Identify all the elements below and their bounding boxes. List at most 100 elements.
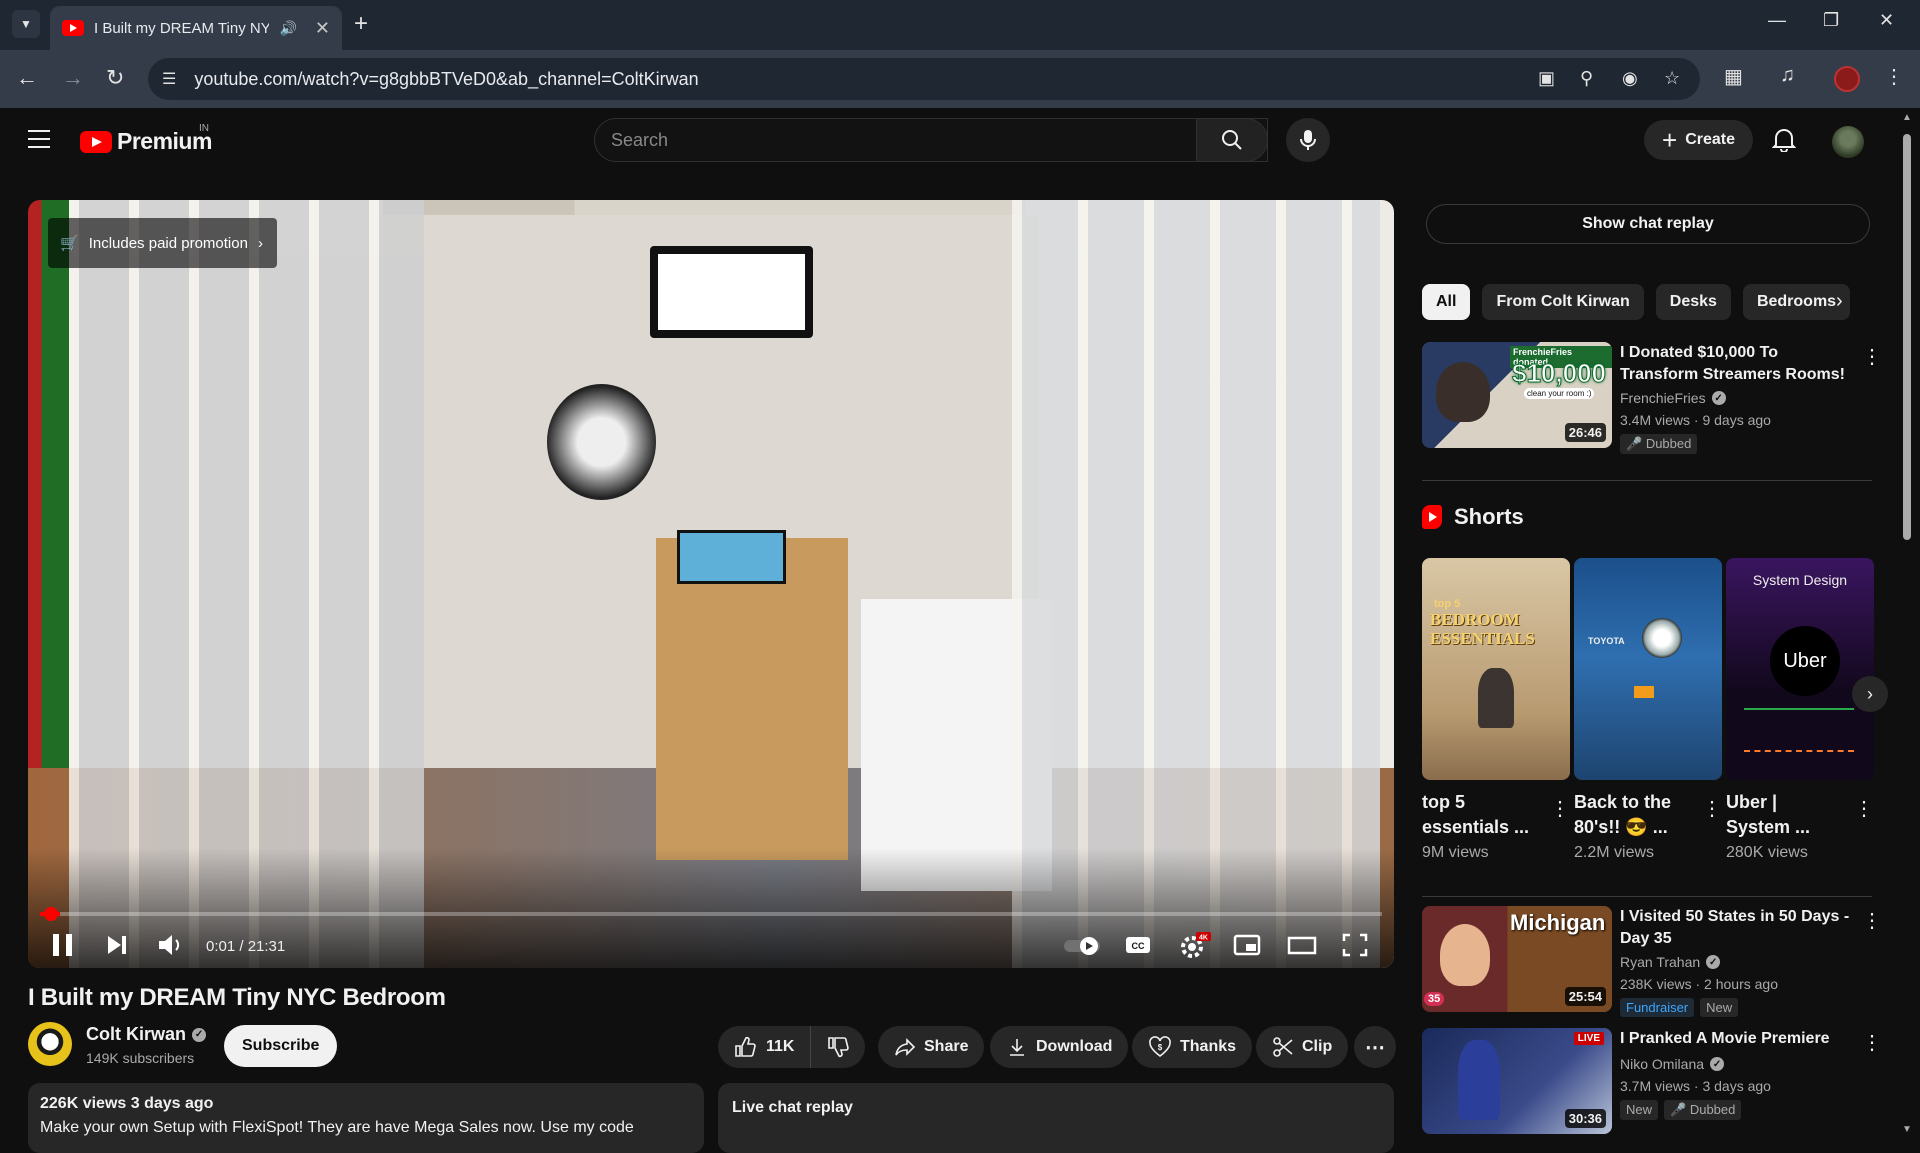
back-arrow-icon[interactable]: ← [16,65,38,91]
channel-name[interactable]: Colt Kirwan [86,1024,186,1045]
chip-bedrooms[interactable]: Bedrooms [1742,284,1851,320]
channel-name[interactable]: Ryan Trahan [1620,954,1700,970]
progress-bar[interactable] [40,907,1382,921]
thanks-button[interactable]: $ Thanks [1132,1026,1253,1068]
more-vertical-icon[interactable]: ⋮ [1550,796,1570,821]
subscribe-button[interactable]: Subscribe [224,1025,338,1067]
site-info-icon[interactable]: ☰ [162,69,176,89]
more-vertical-icon[interactable]: ⋮ [1702,796,1722,821]
scroll-down-icon[interactable]: ▼ [1902,1124,1912,1135]
chip-desks[interactable]: Desks [1655,284,1731,320]
restore-icon[interactable]: ❐ [1823,10,1839,31]
shorts-next-button[interactable]: › [1852,676,1888,712]
theater-mode-button[interactable] [1286,930,1318,960]
account-avatar[interactable] [1832,126,1864,158]
more-vertical-icon[interactable]: ⋮ [1862,344,1882,369]
url-text[interactable]: youtube.com/watch?v=g8gbbBTVeD0&ab_chann… [194,69,698,90]
video-thumbnail[interactable]: LIVE 30:36 [1422,1028,1612,1134]
paid-promotion-notice[interactable]: 🛒 Includes paid promotion › [48,218,277,268]
scrubber-handle[interactable] [44,907,58,921]
close-window-icon[interactable]: ✕ [1879,10,1894,31]
short-thumbnail[interactable]: TOYOTA [1574,558,1722,780]
hamburger-menu-icon[interactable] [28,130,50,148]
tab-search-button[interactable]: ▼ [12,10,40,38]
more-vertical-icon[interactable]: ⋮ [1854,796,1874,821]
download-button[interactable]: Download [990,1026,1129,1068]
short-thumbnail[interactable]: System Design Uber [1726,558,1874,780]
more-vertical-icon[interactable]: ⋮ [1862,908,1882,933]
media-controls-icon[interactable]: ♫ [1780,64,1795,87]
settings-button[interactable]: 4K [1178,930,1212,960]
clip-button[interactable]: Clip [1256,1026,1349,1068]
bookmark-star-icon[interactable]: ☆ [1664,68,1680,89]
page-scrollbar[interactable]: ▲ ▼ [1900,112,1914,1140]
more-vertical-icon[interactable]: ⋮ [1862,1030,1882,1055]
eye-off-icon[interactable]: ◉ [1622,68,1638,89]
omnibox[interactable]: ☰ youtube.com/watch?v=g8gbbBTVeD0&ab_cha… [148,58,1700,100]
volume-button[interactable] [156,930,184,960]
channel-name-row[interactable]: Ryan Trahan ✓ [1620,954,1721,970]
create-button[interactable]: + Create [1644,120,1753,160]
show-chat-replay-button[interactable]: Show chat replay [1426,204,1870,244]
short-thumbnail[interactable]: top 5 BEDROOM ESSENTIALS [1422,558,1570,780]
minimize-icon[interactable]: — [1768,10,1786,31]
notifications-bell-icon[interactable] [1771,126,1797,157]
dislike-button[interactable] [811,1026,865,1068]
recommended-video[interactable]: LIVE 30:36 I Pranked A Movie Premiere Ni… [1422,1028,1882,1134]
channel-name[interactable]: FrenchieFries [1620,390,1706,406]
short-item[interactable]: TOYOTA Back to the 80's!! 😎 ... 2.2M vie… [1574,558,1722,862]
chip-from-channel[interactable]: From Colt Kirwan [1482,284,1644,320]
search-input[interactable] [611,129,1267,151]
next-button[interactable] [104,930,130,960]
close-tab-icon[interactable]: ✕ [315,18,330,39]
voice-search-button[interactable] [1286,118,1330,162]
chip-all[interactable]: All [1422,284,1471,320]
forward-arrow-icon[interactable]: → [62,65,84,91]
chips-next-icon[interactable]: › [1836,290,1843,313]
speaker-icon[interactable]: 🔊 [279,20,296,37]
browser-tab-active[interactable]: I Built my DREAM Tiny NYC 🔊 ✕ [50,6,342,50]
zoom-icon[interactable]: ⚲ [1580,68,1593,89]
channel-name-row[interactable]: FrenchieFries ✓ [1620,390,1726,406]
captions-button[interactable]: CC [1124,930,1152,960]
browser-profile-avatar[interactable] [1834,66,1860,92]
new-tab-button[interactable]: + [354,10,368,38]
channel-avatar[interactable] [28,1022,72,1066]
scroll-up-icon[interactable]: ▲ [1902,112,1912,123]
fullscreen-button[interactable] [1340,930,1370,960]
autoplay-toggle[interactable] [1062,930,1102,960]
short-title[interactable]: top 5 essentials ... [1422,790,1542,840]
channel-name-row[interactable]: Niko Omilana ✓ [1620,1056,1725,1072]
like-button[interactable]: 11K [718,1026,812,1068]
short-item[interactable]: System Design Uber Uber | System ... 280… [1726,558,1874,862]
extensions-icon[interactable]: ▦ [1724,64,1743,89]
youtube-premium-logo[interactable]: Premium [80,128,212,155]
channel-name-row[interactable]: Colt Kirwan ✓ [86,1024,207,1045]
channel-name[interactable]: Niko Omilana [1620,1056,1704,1072]
short-title[interactable]: Uber | System ... [1726,790,1846,840]
short-item[interactable]: top 5 BEDROOM ESSENTIALS top 5 essential… [1422,558,1570,862]
pause-button[interactable] [50,930,76,960]
video-thumbnail[interactable]: Michigan 35 25:54 [1422,906,1612,1012]
description-box[interactable]: 226K views 3 days ago Make your own Setu… [28,1083,704,1153]
install-app-icon[interactable]: ▣ [1538,68,1555,89]
scrollbar-thumb[interactable] [1903,134,1911,540]
short-title[interactable]: Back to the 80's!! 😎 ... [1574,790,1694,840]
live-chat-replay-panel[interactable]: Live chat replay [718,1083,1394,1153]
reload-icon[interactable]: ↻ [106,65,124,91]
menu-icon[interactable]: ⋮ [1884,64,1904,89]
search-box[interactable] [594,118,1268,162]
video-title[interactable]: I Visited 50 States in 50 Days - Day 35 [1620,906,1850,950]
recommended-video[interactable]: FrenchieFries donated $10,000 clean your… [1422,342,1882,454]
search-button[interactable] [1196,118,1268,162]
share-icon [895,1038,916,1056]
share-button[interactable]: Share [878,1026,985,1068]
search-icon [1222,130,1242,150]
more-actions-button[interactable]: ⋯ [1354,1026,1396,1068]
recommended-video[interactable]: Michigan 35 25:54 I Visited 50 States in… [1422,906,1882,1017]
miniplayer-button[interactable] [1232,930,1262,960]
video-thumbnail[interactable]: FrenchieFries donated $10,000 clean your… [1422,342,1612,448]
video-title[interactable]: I Donated $10,000 To Transform Streamers… [1620,342,1850,386]
video-title[interactable]: I Pranked A Movie Premiere [1620,1028,1850,1050]
video-player[interactable]: 🛒 Includes paid promotion › 0:01 / 21:31… [28,200,1394,968]
